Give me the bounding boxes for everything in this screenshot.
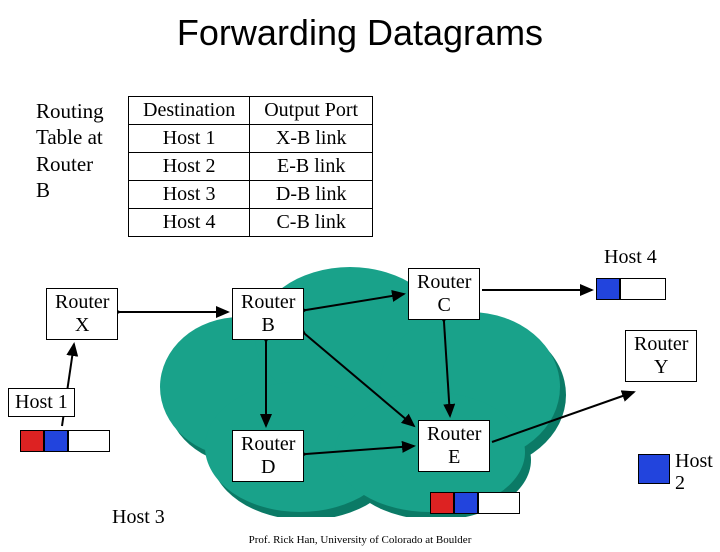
packet-segment [430,492,454,514]
host-2-label: Host 2 [675,450,713,494]
col-destination: Destination [129,97,250,125]
cell-port: X-B link [250,125,373,153]
packet-segment [596,278,620,300]
table-row: Host 3 D-B link [129,181,373,209]
node-label: B [262,314,275,336]
router-e-node: Router E [418,420,490,472]
cell-dest: Host 1 [129,125,250,153]
node-label: C [438,294,451,316]
caption-line: Router [36,152,93,176]
node-label: Router [241,291,295,313]
packet-segment [620,278,666,300]
caption-line: B [36,178,50,202]
table-row: Host 4 C-B link [129,209,373,237]
routing-table-caption: Routing Table at Router B [36,98,104,203]
caption-line: Table at [36,125,103,149]
packet-segment [454,492,478,514]
node-label: X [75,314,89,336]
node-label: D [261,456,275,478]
slide-credit: Prof. Rick Han, University of Colorado a… [249,534,472,546]
packet-segment [20,430,44,452]
caption-line: Routing [36,99,104,123]
node-label: E [448,446,460,468]
packet-host4 [596,278,666,298]
table-header-row: Destination Output Port [129,97,373,125]
routing-table: Destination Output Port Host 1 X-B link … [128,96,373,237]
router-y-node: Router Y [625,330,697,382]
host-label: Host 1 [15,391,68,413]
host-label-line: Host [675,450,713,472]
node-label: Y [654,356,668,378]
router-b-node: Router B [232,288,304,340]
cell-dest: Host 4 [129,209,250,237]
cell-port: D-B link [250,181,373,209]
cell-dest: Host 3 [129,181,250,209]
node-label: Router [417,271,471,293]
router-d-node: Router D [232,430,304,482]
col-output-port: Output Port [250,97,373,125]
packet-segment [68,430,110,452]
node-label: Router [241,433,295,455]
host-1-label: Host 1 [8,388,75,417]
cell-dest: Host 2 [129,153,250,181]
router-c-node: Router C [408,268,480,320]
node-label: Router [427,423,481,445]
table-row: Host 1 X-B link [129,125,373,153]
page-title: Forwarding Datagrams [0,12,720,54]
table-row: Host 2 E-B link [129,153,373,181]
host-3-label: Host 3 [112,506,165,529]
packet-segment [44,430,68,452]
node-label: Router [55,291,109,313]
packet-host2 [430,492,520,512]
router-x-node: Router X [46,288,118,340]
network-cloud [150,257,580,517]
packet-host1 [20,430,110,450]
host-4-label: Host 4 [604,246,657,269]
packet-segment [638,454,670,484]
host-label-line: 2 [675,472,685,494]
packet-segment [478,492,520,514]
cell-port: C-B link [250,209,373,237]
packet-routerY [638,454,670,482]
cell-port: E-B link [250,153,373,181]
node-label: Router [634,333,688,355]
